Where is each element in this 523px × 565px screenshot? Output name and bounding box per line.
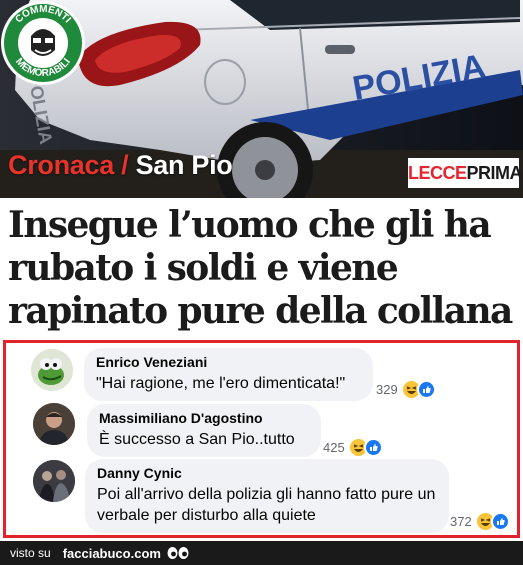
reactions-count: 372 — [450, 514, 472, 529]
article-headline: Insegue l’uomo che gli ha rubato i soldi… — [8, 204, 513, 332]
subcategory-label: San Pio — [135, 150, 233, 180]
comment-bubble: Massimiliano D'agostino È successo a San… — [87, 404, 321, 457]
seen-on-label: visto su — [10, 546, 51, 560]
band-avatar[interactable] — [33, 460, 75, 502]
leccepprima-logo: LECCEPRIMA — [408, 158, 523, 188]
comment-text: È successo a San Pio..tutto — [99, 431, 295, 448]
comment-author[interactable]: Enrico Veneziani — [96, 354, 361, 370]
article-category: Cronaca / San Pio — [8, 150, 233, 181]
commenti-memorabili-badge: COMMENTI MEMORABILI — [1, 1, 85, 85]
site-link[interactable]: facciabuco.com — [63, 546, 161, 561]
category-label: Cronaca — [8, 150, 114, 180]
kermit-avatar[interactable] — [31, 349, 73, 391]
reactions-summary[interactable]: 372 — [450, 512, 510, 531]
category-separator: / — [113, 150, 136, 180]
hero-photo: POLIZIA POLIZIA COMMENTI MEMORABILI Cron… — [0, 0, 523, 198]
comment-text: "Hai ragione, me l'ero dimenticata!" — [96, 375, 346, 392]
comment-author[interactable]: Massimiliano D'agostino — [99, 410, 309, 426]
comment-bubble: Enrico Veneziani "Hai ragione, me l'ero … — [84, 348, 373, 401]
comment-author[interactable]: Danny Cynic — [97, 465, 437, 481]
eyes-icon — [167, 546, 189, 560]
logo-part-2: PRIMA — [466, 163, 523, 183]
comment-text: Poi all'arrivo della polizia gli hanno f… — [97, 486, 436, 524]
logo-part-1: LECCE — [408, 163, 467, 183]
person-avatar[interactable] — [33, 403, 75, 445]
footer-bar: visto su facciabuco.com — [0, 541, 523, 565]
comment-bubble: Danny Cynic Poi all'arrivo della polizia… — [85, 459, 449, 533]
like-icon — [416, 380, 436, 399]
reactions-count: 329 — [376, 382, 398, 397]
comments-section: Enrico Veneziani "Hai ragione, me l'ero … — [3, 340, 520, 538]
like-icon — [490, 512, 510, 531]
like-icon — [363, 438, 383, 457]
reactions-summary[interactable]: 425 — [323, 438, 383, 457]
reactions-count: 425 — [323, 440, 345, 455]
reactions-summary[interactable]: 329 — [376, 380, 436, 399]
